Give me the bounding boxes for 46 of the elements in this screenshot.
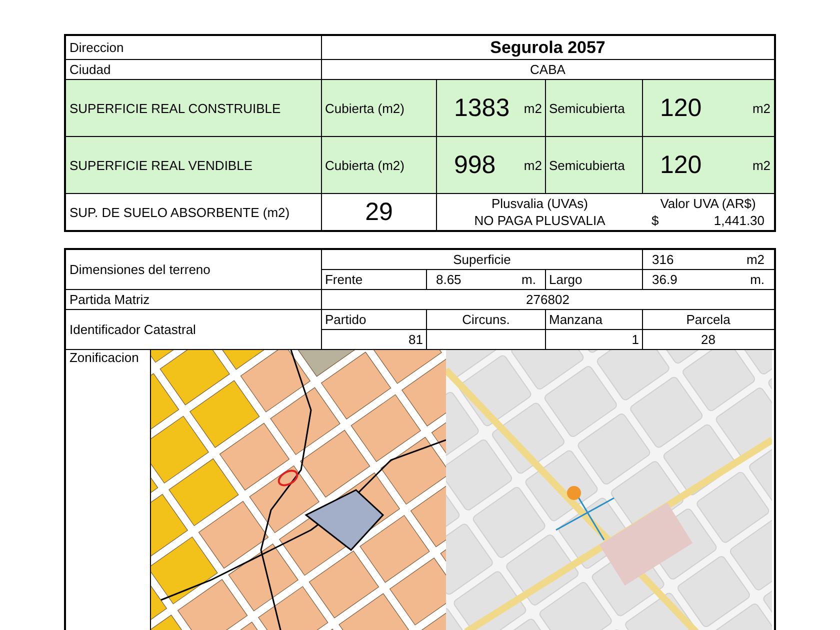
partida-value: 276802: [526, 292, 570, 307]
absorbent-label: SUP. DE SUELO ABSORBENTE (m2): [69, 204, 290, 220]
currency-symbol: $: [651, 212, 659, 229]
surface-label: SUPERFICIE REAL CONSTRUIBLE: [69, 100, 281, 116]
absorbent-value: 29: [365, 198, 393, 226]
area-label: Superficie: [453, 252, 511, 267]
field-label: Ciudad: [69, 62, 111, 77]
cadastral-value: 1: [632, 332, 640, 347]
uva-value: 1,441.30: [714, 212, 765, 229]
uva-label: Valor UVA (AR$): [660, 195, 756, 212]
plusvalia-value: NO PAGA PLUSVALIA: [474, 212, 606, 229]
covered-label: Cubierta (m2): [324, 100, 404, 116]
cadastral-column-label: Manzana: [548, 312, 602, 327]
cadastral-value: 28: [701, 332, 716, 347]
cadastral-value: 81: [408, 332, 423, 347]
field-label: Identificador Catastral: [69, 322, 196, 337]
field-label: Zonificacion: [69, 350, 139, 365]
cadastral-column-label: Circuns.: [462, 312, 510, 327]
front-value: 8.65: [436, 272, 462, 287]
cadastral-column-label: Partido: [324, 312, 366, 327]
semicovered-value: 120: [660, 150, 702, 180]
unit-label: m2: [752, 158, 771, 172]
plusvalia-label: Plusvalia (UVAs): [491, 195, 588, 212]
depth-value: 36.9: [652, 272, 678, 287]
semicovered-label: Semicubierta: [548, 158, 625, 172]
front-label: Frente: [324, 272, 363, 287]
unit-label: m.: [522, 272, 536, 287]
field-label: Partida Matriz: [69, 292, 150, 307]
area-value: 316: [652, 252, 674, 267]
depth-label: Largo: [548, 272, 582, 287]
covered-label: Cubierta (m2): [324, 158, 404, 172]
unit-label: m2: [752, 100, 771, 116]
semicovered-value: 120: [660, 94, 702, 122]
city-value: CABA: [530, 62, 566, 77]
unit-label: m2: [524, 158, 542, 172]
unit-label: m2: [746, 252, 765, 267]
field-label: Dimensiones del terreno: [69, 262, 210, 277]
semicovered-label: Semicubierta: [548, 100, 625, 116]
surface-label: SUPERFICIE REAL VENDIBLE: [69, 158, 252, 172]
cadastral-column-label: Parcela: [686, 312, 730, 327]
field-label: Direccion: [69, 40, 124, 55]
covered-value: 998: [454, 150, 496, 180]
covered-value: 1383: [454, 94, 510, 122]
unit-label: m2: [524, 100, 542, 116]
address-value: Segurola 2057: [490, 38, 606, 56]
unit-label: m.: [750, 272, 765, 287]
